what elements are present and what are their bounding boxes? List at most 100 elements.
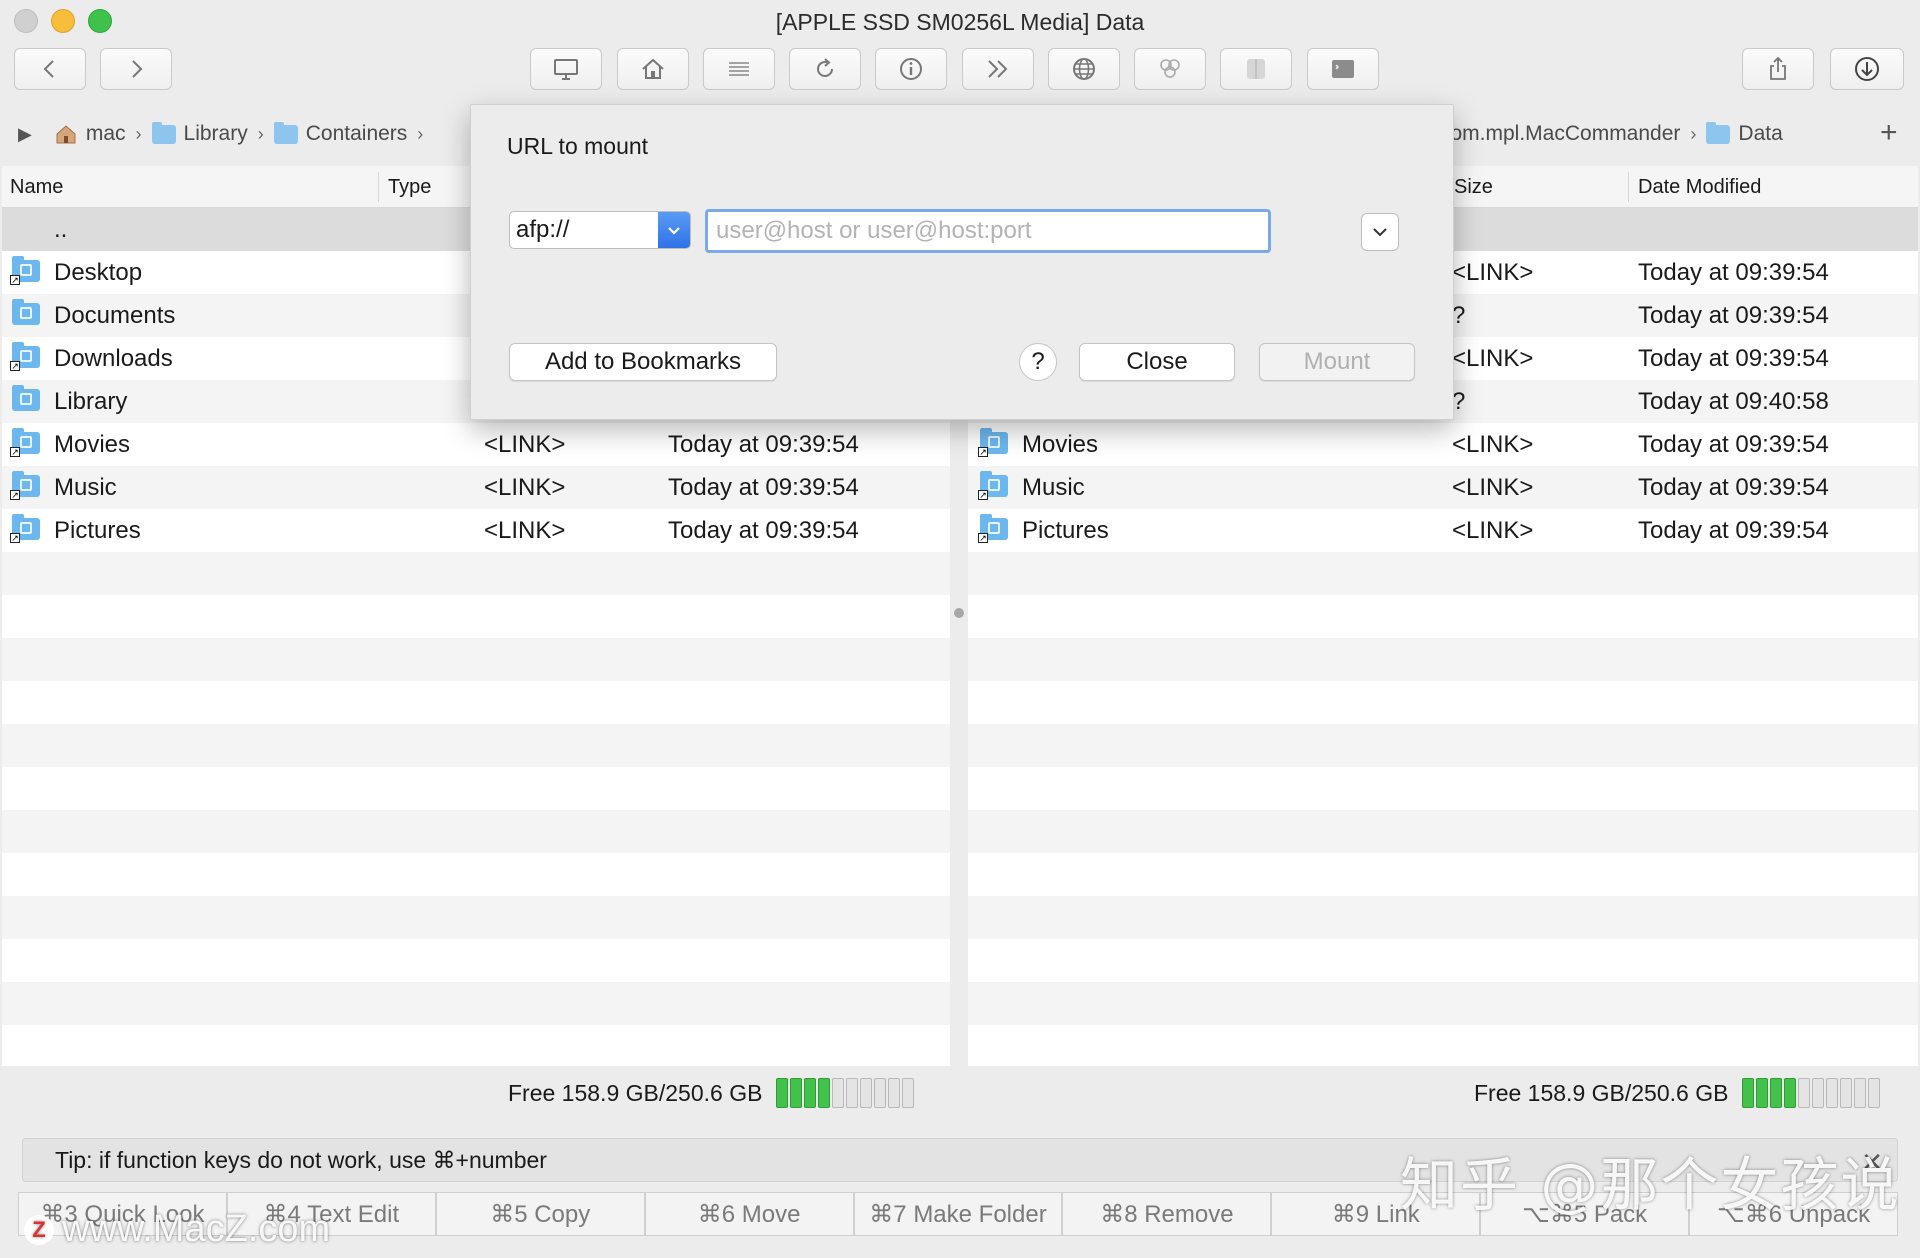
add-to-bookmarks-button[interactable]: Add to Bookmarks: [509, 343, 777, 381]
table-row[interactable]: [2, 896, 950, 939]
table-row[interactable]: [968, 853, 1918, 896]
file-size: <LINK>: [1452, 259, 1534, 286]
forward-button[interactable]: [100, 48, 172, 90]
fkey-remove[interactable]: ⌘8 Remove: [1062, 1192, 1272, 1236]
fast-forward-button[interactable]: [962, 48, 1034, 90]
mount-button[interactable]: Mount: [1259, 343, 1415, 381]
table-row[interactable]: [968, 638, 1918, 681]
close-button[interactable]: Close: [1079, 343, 1235, 381]
table-row[interactable]: ↗ Pictures <LINK> Today at 09:39:54: [968, 509, 1918, 552]
free-space-label: Free 158.9 GB/250.6 GB: [1474, 1079, 1729, 1106]
globe-button[interactable]: [1048, 48, 1120, 90]
disk-usage-gauge: [776, 1078, 915, 1108]
finder-icon: [1247, 59, 1265, 79]
help-button[interactable]: ?: [1019, 343, 1057, 381]
table-row[interactable]: [2, 1025, 950, 1066]
table-row[interactable]: [968, 681, 1918, 724]
file-size: <LINK>: [1452, 517, 1534, 544]
table-row[interactable]: [2, 982, 950, 1025]
table-row[interactable]: [968, 724, 1918, 767]
back-icon: [43, 60, 54, 78]
table-row[interactable]: [2, 638, 950, 681]
title-bar: [APPLE SSD SM0256L Media] Data: [0, 0, 1920, 44]
table-row[interactable]: [968, 552, 1918, 595]
zoom-window-button[interactable]: [88, 9, 112, 33]
download-icon: [1855, 57, 1879, 81]
alias-arrow-icon: ↗: [10, 490, 20, 500]
fkey-move[interactable]: ⌘6 Move: [644, 1192, 854, 1236]
table-row[interactable]: [2, 853, 950, 896]
gauge-segment: [818, 1078, 831, 1108]
crumb-library[interactable]: Library: [151, 121, 248, 146]
table-row[interactable]: ↗ Movies <LINK> Today at 09:39:54: [968, 423, 1918, 466]
table-row[interactable]: ↗ Pictures <LINK> Today at 09:39:54: [2, 509, 950, 552]
table-row[interactable]: [968, 767, 1918, 810]
crumb-com-mpl-maccommander[interactable]: com.mpl.MacCommander: [1440, 122, 1680, 146]
url-mount-dialog: URL to mount afp:// Add to Bookmarks ? C…: [470, 104, 1454, 420]
table-row[interactable]: [2, 939, 950, 982]
fkey-make-folder[interactable]: ⌘7 Make Folder: [853, 1192, 1063, 1236]
folder-glyph-icon: [20, 264, 32, 276]
crumb-containers[interactable]: Containers: [273, 121, 407, 146]
table-row[interactable]: [2, 595, 950, 638]
share-button[interactable]: [1742, 48, 1814, 90]
minimize-window-button[interactable]: [51, 9, 75, 33]
column-name[interactable]: Name: [10, 176, 63, 199]
file-size: ?: [1452, 302, 1466, 329]
breadcrumb-separator: ›: [417, 123, 424, 144]
breadcrumb-separator: ›: [257, 123, 264, 144]
gauge-segment: [1756, 1078, 1769, 1108]
finder-button[interactable]: [1220, 48, 1292, 90]
pictures-folder-icon: ↗: [978, 514, 1008, 543]
computer-button[interactable]: [530, 48, 602, 90]
table-row[interactable]: [968, 939, 1918, 982]
file-name: Pictures: [54, 517, 141, 544]
gauge-segment: [902, 1078, 915, 1108]
table-row[interactable]: [968, 595, 1918, 638]
table-row[interactable]: [2, 810, 950, 853]
column-type[interactable]: Type: [388, 176, 431, 199]
back-button[interactable]: [14, 48, 86, 90]
network-button[interactable]: [1134, 48, 1206, 90]
file-date: Today at 09:39:54: [1638, 517, 1829, 544]
add-tab-icon[interactable]: +: [1880, 116, 1898, 150]
table-row[interactable]: [968, 982, 1918, 1025]
splitter-handle[interactable]: [954, 608, 964, 618]
column-separator[interactable]: [378, 172, 379, 202]
table-row[interactable]: ↗ Music <LINK> Today at 09:39:54: [968, 466, 1918, 509]
url-input[interactable]: [705, 209, 1271, 253]
terminal-button[interactable]: [1307, 48, 1379, 90]
file-date: Today at 09:39:54: [668, 517, 859, 544]
url-history-button[interactable]: [1361, 213, 1399, 251]
file-name: Movies: [1022, 431, 1099, 458]
home-icon: [56, 125, 76, 144]
expand-triangle-icon[interactable]: ▶: [18, 124, 32, 145]
table-row[interactable]: [968, 1025, 1918, 1066]
crumb-mac[interactable]: mac: [54, 122, 126, 146]
download-button[interactable]: [1830, 48, 1904, 90]
column-separator[interactable]: [1628, 172, 1629, 202]
gauge-segment: [1840, 1078, 1853, 1108]
zhihu-watermark: 知乎 @那个女孩说: [1400, 1151, 1901, 1219]
column-size[interactable]: Size: [1454, 176, 1493, 199]
table-row[interactable]: [2, 552, 950, 595]
table-row[interactable]: ↗ Music <LINK> Today at 09:39:54: [2, 466, 950, 509]
table-row[interactable]: [968, 810, 1918, 853]
table-row[interactable]: [2, 767, 950, 810]
refresh-button[interactable]: [789, 48, 861, 90]
table-row[interactable]: [2, 681, 950, 724]
table-row[interactable]: [968, 896, 1918, 939]
crumb-data[interactable]: Data: [1706, 121, 1783, 146]
column-date-modified[interactable]: Date Modified: [1638, 176, 1761, 199]
close-window-button[interactable]: [14, 9, 38, 33]
table-row[interactable]: ↗ Movies <LINK> Today at 09:39:54: [2, 423, 950, 466]
home-button[interactable]: [617, 48, 689, 90]
alias-arrow-icon: ↗: [978, 533, 988, 543]
table-row[interactable]: [2, 724, 950, 767]
movies-folder-icon: ↗: [978, 428, 1008, 457]
file-date: Today at 09:39:54: [1638, 259, 1829, 286]
fkey-copy[interactable]: ⌘5 Copy: [435, 1192, 645, 1236]
list-button[interactable]: [703, 48, 775, 90]
protocol-select[interactable]: afp://: [509, 211, 691, 249]
info-button[interactable]: [875, 48, 947, 90]
